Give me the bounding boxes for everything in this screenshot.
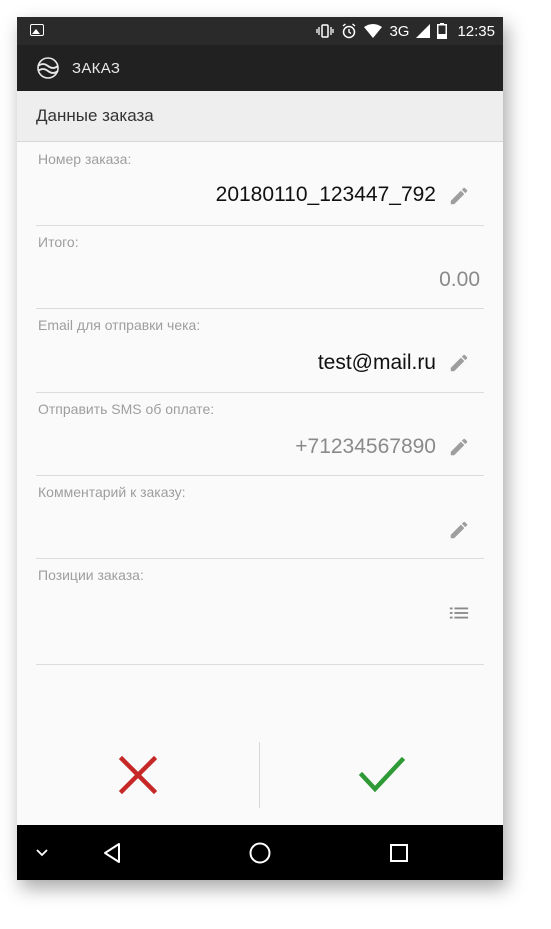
- alarm-icon: [343, 23, 356, 39]
- order-number-value: 20180110_123447_792: [215, 183, 436, 206]
- vibrate-icon: [316, 24, 335, 38]
- total-field: Итого: 0.00: [36, 226, 484, 309]
- clock: 12:35: [457, 22, 495, 40]
- total-value: 0.00: [439, 268, 480, 291]
- close-icon: [119, 756, 157, 794]
- pencil-icon[interactable]: [448, 519, 470, 541]
- status-icons: 3G 12:35: [316, 17, 495, 45]
- network-type: 3G: [389, 22, 410, 40]
- pencil-icon[interactable]: [448, 436, 470, 458]
- order-number-field[interactable]: Номер заказа: 20180110_123447_792: [36, 143, 484, 226]
- sms-phone-value: +71234567890: [295, 435, 436, 458]
- email-value: test@mail.ru: [317, 351, 436, 374]
- app-logo-icon: [37, 57, 59, 79]
- email-field[interactable]: Email для отправки чека: test@mail.ru: [36, 309, 484, 393]
- back-button[interactable]: [97, 825, 127, 880]
- system-navigation-bar: [17, 825, 503, 880]
- home-button[interactable]: [244, 825, 276, 880]
- chevron-down-icon: [36, 848, 48, 856]
- home-circle-icon: [249, 842, 271, 863]
- field-label: Email для отправки чека:: [38, 317, 201, 333]
- signal-icon: [416, 24, 431, 38]
- status-bar: 3G 12:35: [17, 17, 503, 45]
- order-items-field[interactable]: Позиции заказа:: [36, 559, 484, 665]
- check-icon: [358, 756, 405, 793]
- hide-keyboard-button[interactable]: [27, 825, 57, 880]
- wifi-icon: [364, 24, 383, 38]
- confirm-button[interactable]: [260, 742, 503, 808]
- comment-field[interactable]: Комментарий к заказу:: [36, 476, 484, 559]
- pencil-icon[interactable]: [448, 352, 470, 374]
- app-toolbar: ЗАКАЗ: [17, 45, 503, 91]
- action-bar: [17, 742, 503, 808]
- list-icon[interactable]: [448, 602, 470, 624]
- toolbar-title: ЗАКАЗ: [72, 59, 121, 77]
- section-title: Данные заказа: [36, 106, 154, 125]
- field-label: Позиции заказа:: [38, 567, 144, 583]
- sms-phone-field[interactable]: Отправить SMS об оплате: +71234567890: [36, 393, 484, 476]
- section-header: Данные заказа: [17, 91, 503, 142]
- recents-button[interactable]: [384, 825, 414, 880]
- battery-icon: [437, 23, 448, 39]
- image-notification-icon: [30, 24, 44, 36]
- cancel-button[interactable]: [17, 742, 259, 808]
- field-label: Отправить SMS об оплате:: [38, 401, 215, 417]
- field-label: Номер заказа:: [38, 151, 132, 167]
- field-label: Итого:: [38, 234, 79, 250]
- recents-square-icon: [390, 843, 408, 862]
- phone-screen: 3G 12:35 ЗАКАЗ Данные заказа Номер заказ…: [17, 17, 503, 880]
- pencil-icon[interactable]: [448, 185, 470, 207]
- divider: [36, 664, 484, 665]
- back-triangle-icon: [104, 842, 120, 863]
- field-label: Комментарий к заказу:: [38, 484, 186, 500]
